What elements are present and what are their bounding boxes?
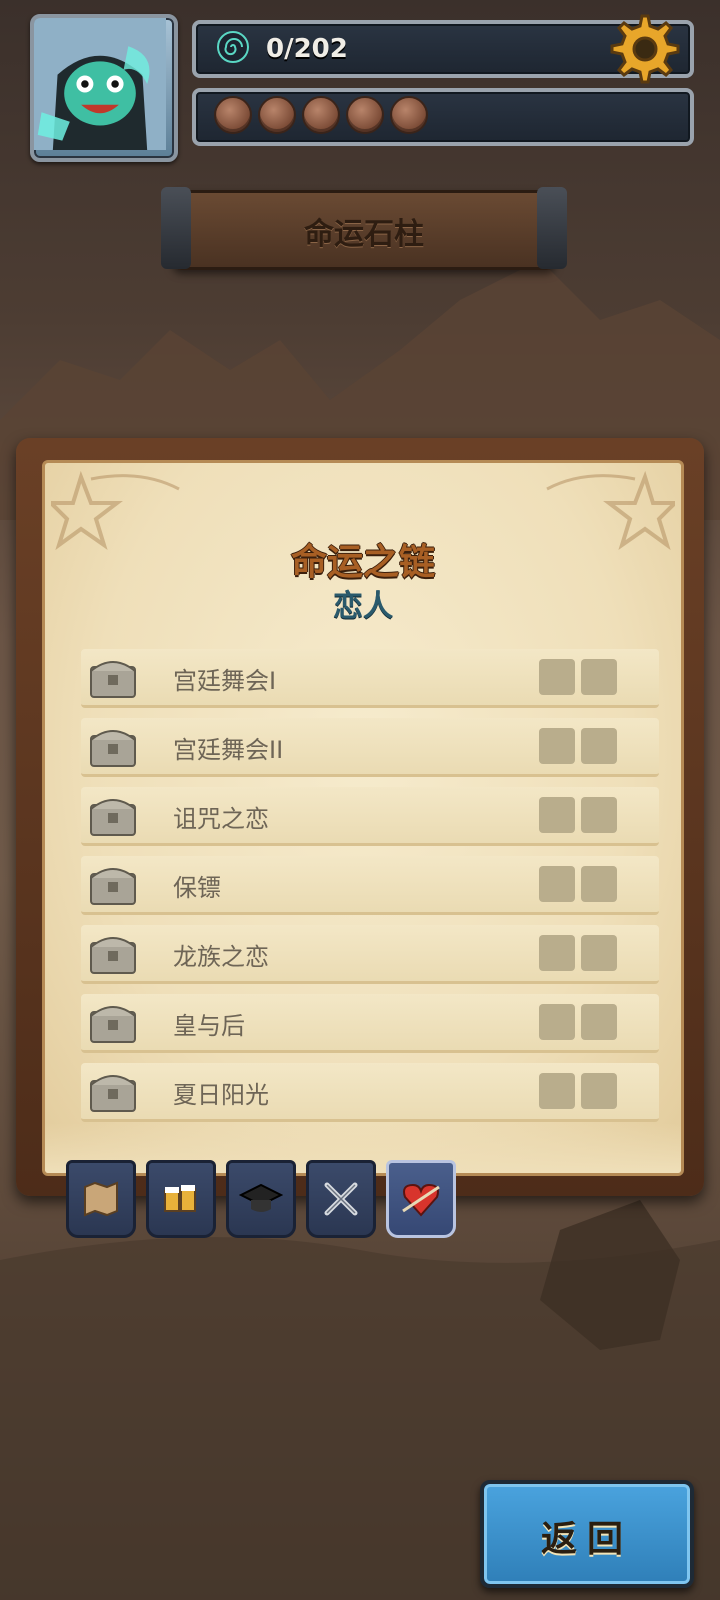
hero-silhouette-icon	[581, 1004, 617, 1040]
hero-silhouette-icon	[539, 797, 575, 833]
category-tabs	[66, 1160, 456, 1238]
gear-icon[interactable]	[604, 10, 680, 86]
tab-lovers[interactable]	[386, 1160, 456, 1238]
list-item[interactable]: 宫廷舞会I	[81, 649, 659, 708]
tab-tavern[interactable]	[146, 1160, 216, 1238]
crossed-swords-icon	[324, 1182, 358, 1216]
treasure-chest-icon	[90, 799, 136, 836]
panel-subheading: 恋人	[333, 589, 393, 624]
page-title: 命运石柱	[304, 217, 424, 252]
treasure-chest-icon	[90, 1075, 136, 1112]
list-item-label: 皇与后	[173, 1012, 245, 1040]
hero-silhouette-icon	[581, 659, 617, 695]
list-item-label: 宫廷舞会I	[173, 667, 277, 695]
stone-slots	[214, 96, 428, 134]
beer-mugs-icon	[164, 1185, 196, 1212]
list-item-label: 宫廷舞会II	[173, 736, 284, 764]
treasure-chest-icon	[90, 937, 136, 974]
hero-silhouette-icon	[539, 659, 575, 695]
hero-silhouette-icon	[539, 1004, 575, 1040]
list-item-label: 诅咒之恋	[173, 805, 269, 833]
treasure-chest-icon	[90, 730, 136, 767]
progress-counter: 0/202	[266, 34, 348, 64]
hero-silhouette-icon	[581, 935, 617, 971]
tab-battle[interactable]	[306, 1160, 376, 1238]
stone-slot-icon	[258, 96, 296, 134]
list-item[interactable]: 皇与后	[81, 994, 659, 1053]
list-item[interactable]: 宫廷舞会II	[81, 718, 659, 777]
hero-silhouette-icon	[581, 797, 617, 833]
stone-slot-icon	[346, 96, 384, 134]
tab-academy[interactable]	[226, 1160, 296, 1238]
stone-slot-icon	[214, 96, 252, 134]
hero-silhouette-icon	[581, 866, 617, 902]
tab-map[interactable]	[66, 1160, 136, 1238]
hero-silhouette-icon	[539, 728, 575, 764]
hero-silhouette-icon	[539, 866, 575, 902]
map-icon	[84, 1181, 118, 1217]
list-item[interactable]: 龙族之恋	[81, 925, 659, 984]
chain-list[interactable]: 宫廷舞会I 宫廷舞会II 诅咒之恋 保镖 龙族之恋 皇与后 夏日阳光	[81, 649, 659, 1132]
list-item[interactable]: 夏日阳光	[81, 1063, 659, 1122]
spiral-icon	[217, 31, 249, 63]
list-item[interactable]: 诅咒之恋	[81, 787, 659, 846]
stone-slot-icon	[302, 96, 340, 134]
hero-silhouette-icon	[539, 935, 575, 971]
frog-hero-portrait-icon	[34, 18, 166, 150]
graduation-cap-icon	[239, 1183, 283, 1212]
hero-silhouette-icon	[581, 1073, 617, 1109]
panel-heading: 命运之链	[290, 542, 435, 583]
list-item-label: 龙族之恋	[173, 943, 269, 971]
heart-arrow-icon	[402, 1183, 440, 1217]
back-button[interactable]: 返回	[480, 1480, 694, 1588]
list-item[interactable]: 保镖	[81, 856, 659, 915]
stone-slot-icon	[390, 96, 428, 134]
treasure-chest-icon	[90, 1006, 136, 1043]
fate-chain-panel: 命运之链 恋人 宫廷舞会I 宫廷舞会II 诅咒之恋 保镖 龙族之恋 皇与后 夏日…	[42, 460, 684, 1176]
player-avatar[interactable]	[30, 14, 178, 162]
treasure-chest-icon	[90, 661, 136, 698]
hero-silhouette-icon	[581, 728, 617, 764]
list-item-label: 夏日阳光	[173, 1081, 269, 1109]
hero-silhouette-icon	[539, 1073, 575, 1109]
back-button-label: 返回	[540, 1519, 633, 1560]
list-item-label: 保镖	[173, 874, 221, 902]
title-banner: 命运石柱	[161, 187, 567, 270]
treasure-chest-icon	[90, 868, 136, 905]
